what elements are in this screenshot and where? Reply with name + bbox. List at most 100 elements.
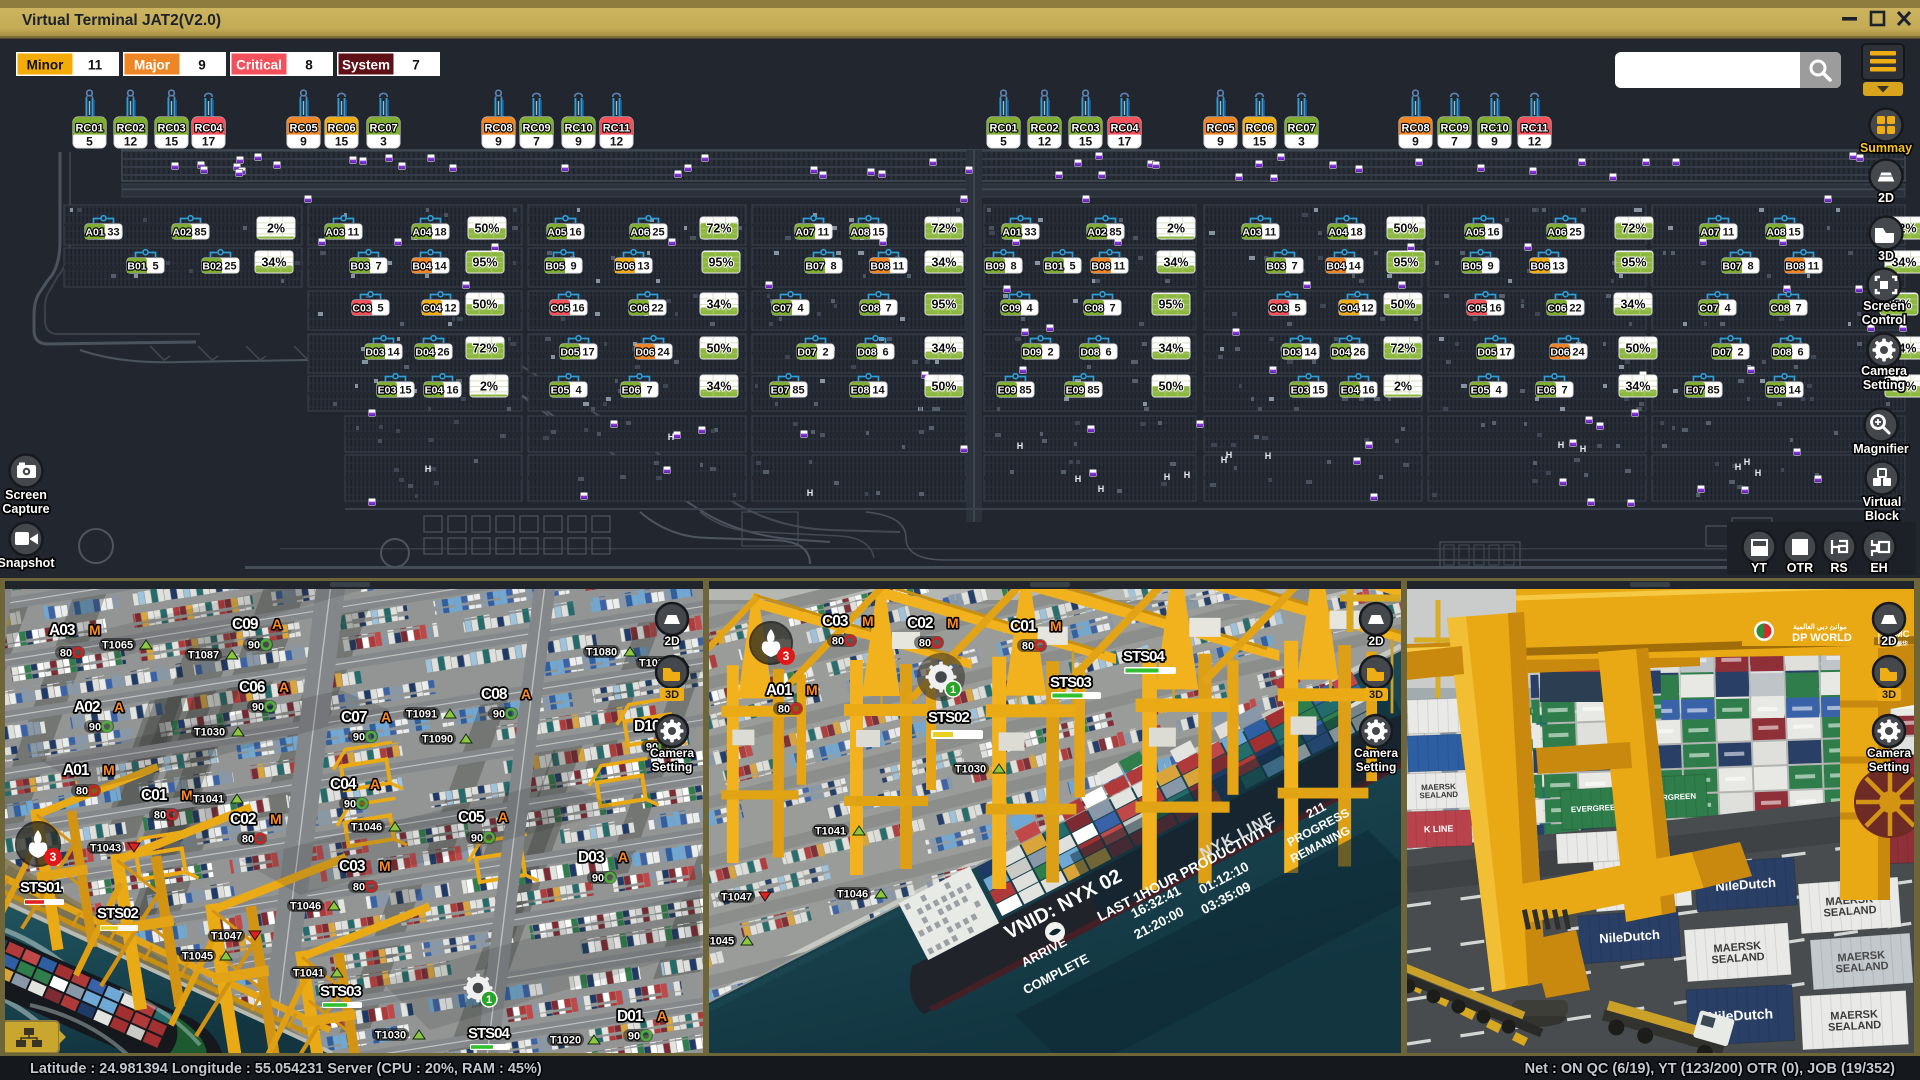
svg-text:2D: 2D	[1368, 634, 1384, 648]
svg-text:3D: 3D	[1882, 689, 1896, 701]
svg-text:9: 9	[300, 135, 307, 149]
svg-text:B01: B01	[1044, 261, 1063, 273]
svg-text:18: 18	[1350, 227, 1362, 239]
svg-text:RC01: RC01	[989, 123, 1017, 135]
svg-text:95%: 95%	[472, 256, 497, 270]
svg-text:A: A	[618, 849, 628, 865]
svg-text:8: 8	[1010, 261, 1016, 273]
svg-text:15: 15	[1079, 135, 1093, 149]
svg-text:90: 90	[353, 732, 365, 744]
svg-text:33: 33	[107, 227, 119, 239]
svg-text:Camera: Camera	[1861, 364, 1908, 378]
svg-text:5: 5	[1069, 261, 1075, 273]
svg-text:6: 6	[1797, 347, 1803, 359]
svg-text:2%: 2%	[1394, 380, 1412, 394]
svg-text:72%: 72%	[472, 342, 497, 356]
svg-text:E08: E08	[851, 385, 870, 397]
svg-text:5: 5	[1294, 303, 1300, 315]
svg-text:11: 11	[348, 227, 360, 239]
svg-text:D07: D07	[797, 347, 816, 359]
svg-text:2: 2	[1737, 347, 1743, 359]
svg-text:C03: C03	[352, 303, 371, 315]
svg-text:B01: B01	[127, 261, 146, 273]
svg-text:Snapshot: Snapshot	[0, 556, 55, 570]
svg-text:Latitude : 24.981394 Longitud: Latitude : 24.981394 Longitude : 55.0542…	[30, 1061, 542, 1077]
svg-text:T1080: T1080	[586, 647, 617, 659]
svg-text:2: 2	[1047, 347, 1053, 359]
svg-text:H: H	[1735, 462, 1742, 472]
svg-text:D04: D04	[1331, 347, 1350, 359]
svg-text:T1087: T1087	[188, 650, 219, 662]
svg-text:90: 90	[471, 833, 483, 845]
svg-text:50%: 50%	[1393, 222, 1418, 236]
svg-text:80: 80	[1022, 641, 1034, 653]
svg-text:A: A	[272, 616, 282, 632]
svg-text:A02: A02	[1087, 227, 1106, 239]
svg-text:E07: E07	[771, 385, 790, 397]
svg-text:C07: C07	[341, 709, 367, 726]
svg-text:A01: A01	[63, 762, 90, 779]
svg-text:16: 16	[1489, 303, 1501, 315]
svg-text:A03: A03	[1242, 227, 1261, 239]
svg-text:A05: A05	[547, 227, 566, 239]
svg-text:12: 12	[1361, 303, 1373, 315]
svg-text:B06: B06	[1530, 261, 1549, 273]
svg-text:A08: A08	[850, 227, 869, 239]
svg-text:95%: 95%	[1393, 256, 1418, 270]
svg-text:RC06: RC06	[327, 123, 355, 135]
svg-text:T1030: T1030	[955, 764, 986, 776]
svg-text:D09: D09	[1022, 347, 1041, 359]
svg-text:16: 16	[1362, 385, 1374, 397]
svg-text:STS04: STS04	[468, 1025, 511, 1042]
svg-text:A: A	[114, 699, 124, 715]
svg-text:90: 90	[344, 799, 356, 811]
svg-text:1: 1	[486, 994, 492, 1006]
svg-text:C01: C01	[1010, 618, 1037, 635]
svg-text:85: 85	[792, 385, 804, 397]
svg-text:RC01: RC01	[75, 123, 103, 135]
svg-text:95%: 95%	[1158, 298, 1183, 312]
svg-text:16: 16	[572, 303, 584, 315]
svg-text:5: 5	[377, 303, 383, 315]
svg-text:2D: 2D	[664, 634, 680, 648]
svg-text:A: A	[370, 776, 380, 792]
svg-text:18: 18	[434, 227, 446, 239]
svg-text:T1030: T1030	[375, 1030, 406, 1042]
svg-text:A03: A03	[325, 227, 344, 239]
svg-text:T1065: T1065	[102, 640, 133, 652]
svg-text:C08: C08	[481, 686, 508, 703]
svg-text:80: 80	[832, 636, 844, 648]
svg-text:4: 4	[1724, 303, 1731, 315]
svg-text:RC07: RC07	[1287, 123, 1315, 135]
svg-text:1: 1	[950, 684, 956, 696]
svg-text:STS03: STS03	[1050, 674, 1092, 691]
svg-text:C02: C02	[230, 811, 256, 828]
svg-text:Camera: Camera	[1867, 746, 1911, 760]
svg-text:Block: Block	[1865, 509, 1899, 523]
svg-text:80: 80	[919, 638, 931, 650]
svg-text:90: 90	[89, 722, 101, 734]
svg-text:85: 85	[1707, 385, 1719, 397]
svg-text:3: 3	[783, 649, 790, 663]
svg-text:50%: 50%	[1625, 342, 1650, 356]
svg-text:2: 2	[822, 347, 828, 359]
svg-text:C04: C04	[330, 776, 357, 793]
svg-text:C05: C05	[1467, 303, 1486, 315]
svg-text:RC08: RC08	[484, 123, 512, 135]
svg-text:C09: C09	[232, 616, 259, 633]
svg-text:E04: E04	[1341, 385, 1360, 397]
svg-text:6: 6	[882, 347, 888, 359]
svg-text:7: 7	[1109, 303, 1115, 315]
svg-text:H: H	[425, 464, 432, 474]
svg-text:T1043: T1043	[90, 843, 121, 855]
svg-text:80: 80	[60, 648, 72, 660]
svg-text:RC04: RC04	[194, 123, 223, 135]
svg-text:9: 9	[495, 135, 502, 149]
svg-text:3D: 3D	[1878, 249, 1894, 263]
svg-text:A: A	[657, 1008, 667, 1024]
svg-text:DP WORLD: DP WORLD	[1792, 632, 1852, 644]
svg-text:B07: B07	[1722, 261, 1741, 273]
svg-text:STS01: STS01	[20, 879, 62, 896]
svg-text:B05: B05	[1462, 261, 1481, 273]
svg-text:15: 15	[165, 135, 179, 149]
